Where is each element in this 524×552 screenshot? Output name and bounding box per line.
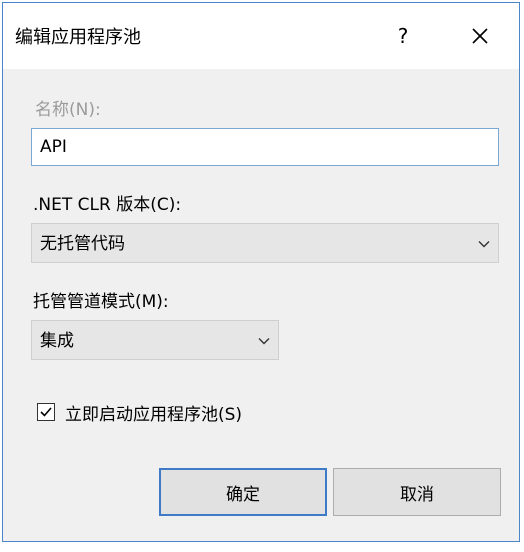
ok-button[interactable]: 确定 (159, 468, 327, 516)
title-bar: 编辑应用程序池 ? (3, 3, 519, 69)
help-button[interactable]: ? (383, 15, 423, 57)
start-immediately-label: 立即启动应用程序池(S) (65, 404, 243, 425)
close-button[interactable] (457, 15, 503, 57)
help-icon: ? (397, 24, 409, 48)
clr-version-value: 无托管代码 (40, 234, 125, 254)
pipeline-mode-select[interactable]: 集成 (31, 320, 279, 360)
checkmark-icon (40, 407, 52, 417)
chevron-down-icon (478, 241, 490, 248)
pipeline-mode-label: 托管管道模式(M): (33, 292, 169, 312)
pipeline-mode-value: 集成 (40, 331, 74, 351)
dialog-title: 编辑应用程序池 (15, 27, 141, 48)
cancel-button[interactable]: 取消 (333, 468, 501, 516)
close-icon (472, 28, 488, 44)
clr-version-select[interactable]: 无托管代码 (31, 223, 499, 263)
start-immediately-option[interactable]: 立即启动应用程序池(S) (37, 399, 242, 425)
name-label: 名称(N): (35, 100, 101, 120)
start-immediately-checkbox[interactable] (37, 403, 55, 421)
chevron-down-icon (258, 338, 270, 345)
name-input[interactable] (31, 128, 499, 166)
clr-version-label: .NET CLR 版本(C): (33, 195, 182, 215)
edit-app-pool-dialog: 编辑应用程序池 ? 名称(N): .NET CLR 版本(C): 无托管代码 托… (2, 2, 520, 542)
